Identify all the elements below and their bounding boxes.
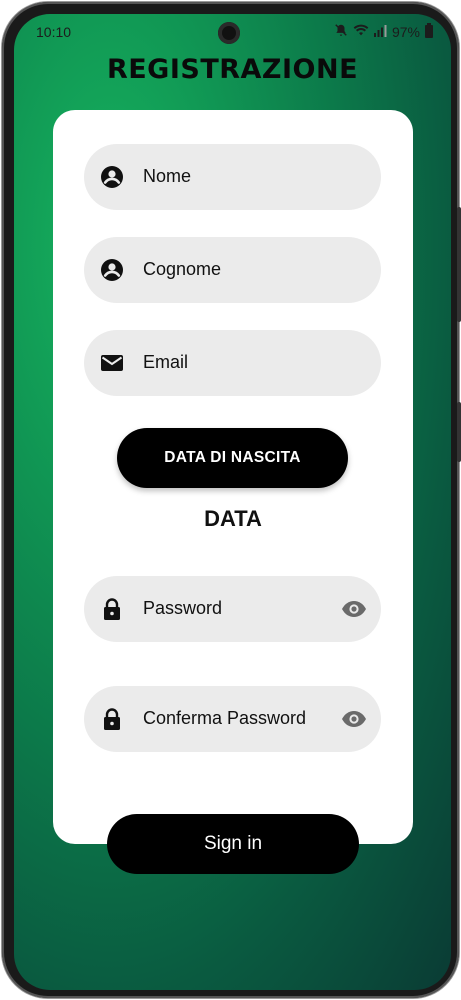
mail-icon xyxy=(100,351,124,375)
email-label: Email xyxy=(143,352,189,372)
nome-label: Nome xyxy=(143,166,192,186)
mute-icon xyxy=(334,23,348,40)
phone-frame: 10:10 97% REGISTRAZIONE Nome Cognome Ema… xyxy=(2,2,461,998)
nome-field[interactable]: Nome xyxy=(84,144,381,210)
wifi-icon xyxy=(353,23,369,40)
account-circle-icon xyxy=(100,258,124,282)
registration-card: Nome Cognome Email DATA DI NASCITA DATA xyxy=(53,110,413,844)
lock-icon xyxy=(100,597,124,621)
front-camera xyxy=(218,22,240,44)
eye-icon[interactable] xyxy=(341,707,367,731)
eye-icon[interactable] xyxy=(341,597,367,621)
page-title: REGISTRAZIONE xyxy=(106,54,359,85)
app-screen: 10:10 97% REGISTRAZIONE Nome Cognome Ema… xyxy=(14,14,451,990)
confirm-password-field[interactable]: Conferma Password xyxy=(84,686,381,752)
power-button xyxy=(457,402,461,462)
email-field[interactable]: Email xyxy=(84,330,381,396)
password-field[interactable]: Password xyxy=(84,576,381,642)
password-label: Password xyxy=(143,598,223,618)
account-circle-icon xyxy=(100,165,124,189)
battery-icon xyxy=(425,23,433,38)
cognome-label: Cognome xyxy=(143,259,222,279)
sign-in-button[interactable]: Sign in xyxy=(107,814,359,874)
status-time: 10:10 xyxy=(36,24,72,40)
status-bar: 10:10 97% xyxy=(14,14,451,50)
lock-icon xyxy=(100,707,124,731)
signal-icon xyxy=(373,24,387,40)
status-icons: 97% xyxy=(334,23,433,40)
cognome-field[interactable]: Cognome xyxy=(84,237,381,303)
volume-button xyxy=(457,207,461,322)
birth-date-button[interactable]: DATA DI NASCITA xyxy=(117,428,348,488)
confirm-password-label: Conferma Password xyxy=(143,708,307,728)
battery-percent: 97% xyxy=(391,23,420,40)
birth-date-value: DATA xyxy=(204,506,262,531)
